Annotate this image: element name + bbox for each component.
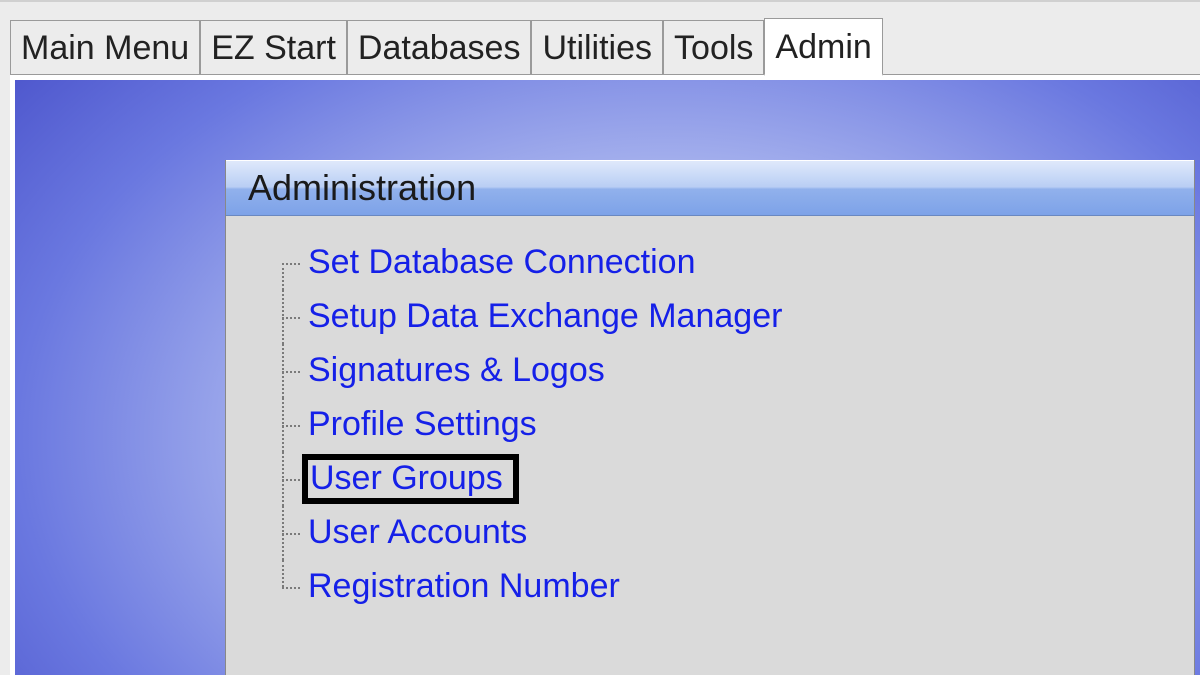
link-signatures-logos[interactable]: Signatures & Logos: [304, 350, 611, 391]
tree-connector-icon: [276, 560, 304, 614]
tab-main-menu[interactable]: Main Menu: [10, 20, 200, 74]
tree-connector-icon: [276, 290, 304, 344]
tree-connector-icon: [276, 506, 304, 560]
tab-admin[interactable]: Admin: [764, 18, 882, 76]
tree-connector-icon: [276, 398, 304, 452]
tab-ez-start[interactable]: EZ Start: [200, 20, 347, 74]
tab-panel-admin: Administration Set Database Connection S…: [10, 74, 1200, 675]
tree-connector-icon: [276, 344, 304, 398]
administration-tree: Set Database Connection Setup Data Excha…: [226, 216, 1194, 634]
tree-row: Setup Data Exchange Manager: [276, 290, 1154, 344]
tree-row: Signatures & Logos: [276, 344, 1154, 398]
link-user-groups[interactable]: User Groups: [302, 454, 519, 503]
tree-connector-icon: [276, 452, 304, 506]
link-registration-number[interactable]: Registration Number: [304, 566, 626, 607]
tab-databases[interactable]: Databases: [347, 20, 532, 74]
administration-panel: Administration Set Database Connection S…: [225, 160, 1195, 675]
administration-panel-title: Administration: [248, 167, 476, 209]
administration-panel-header: Administration: [226, 160, 1194, 216]
admin-background: Administration Set Database Connection S…: [15, 80, 1200, 675]
tree-row: Profile Settings: [276, 398, 1154, 452]
tree-row: Set Database Connection: [276, 236, 1154, 290]
link-profile-settings[interactable]: Profile Settings: [304, 404, 543, 445]
tree-row: Registration Number: [276, 560, 1154, 614]
tab-tools[interactable]: Tools: [663, 20, 764, 74]
tree-connector-icon: [276, 236, 304, 290]
link-user-accounts[interactable]: User Accounts: [304, 512, 533, 553]
tree-row: User Accounts: [276, 506, 1154, 560]
link-set-database-connection[interactable]: Set Database Connection: [304, 242, 701, 283]
link-setup-data-exchange-manager[interactable]: Setup Data Exchange Manager: [304, 296, 788, 337]
tab-bar: Main Menu EZ Start Databases Utilities T…: [0, 2, 1200, 74]
app-window: Main Menu EZ Start Databases Utilities T…: [0, 0, 1200, 675]
tree-row: User Groups: [276, 452, 1154, 506]
tab-utilities[interactable]: Utilities: [531, 20, 663, 74]
